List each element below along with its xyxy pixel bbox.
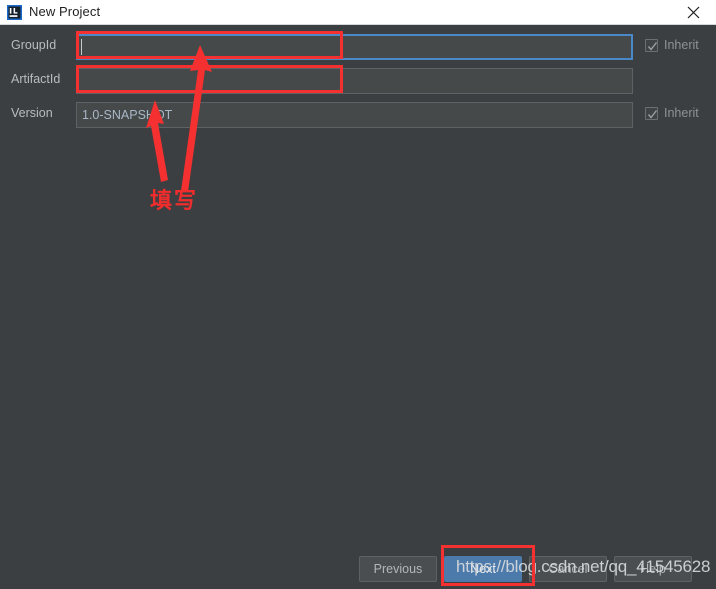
groupid-inherit-label: Inherit	[664, 38, 699, 52]
checkbox-checked-icon	[645, 106, 658, 120]
version-label: Version	[11, 106, 53, 120]
version-inherit-label: Inherit	[664, 106, 699, 120]
version-inherit-checkbox[interactable]: Inherit	[645, 106, 699, 120]
watermark-text: https://blog.csdn.net/qq_41545628	[456, 557, 711, 576]
close-icon	[687, 6, 700, 18]
new-project-dialog: New Project GroupId Inherit ArtifactId V…	[0, 0, 716, 589]
close-button[interactable]	[671, 0, 716, 24]
maven-coordinates-form: GroupId Inherit ArtifactId Version 1.0-S…	[0, 25, 716, 589]
checkbox-checked-icon	[645, 38, 658, 52]
form-row-version: Version Inherit	[0, 102, 716, 128]
artifactid-label: ArtifactId	[11, 72, 61, 86]
previous-button-label: Previous	[373, 562, 423, 576]
form-row-groupid: GroupId Inherit	[0, 34, 716, 60]
previous-button[interactable]: Previous	[359, 556, 437, 582]
intellij-idea-logo-icon	[7, 5, 22, 20]
groupid-inherit-checkbox[interactable]: Inherit	[645, 38, 699, 52]
version-input[interactable]	[76, 102, 633, 128]
artifactid-input[interactable]	[76, 68, 633, 94]
groupid-input[interactable]	[76, 34, 633, 60]
text-caret	[81, 39, 82, 55]
window-title: New Project	[29, 4, 101, 19]
form-row-artifactid: ArtifactId	[0, 68, 716, 94]
groupid-label: GroupId	[11, 38, 57, 52]
title-bar: New Project	[0, 0, 716, 25]
